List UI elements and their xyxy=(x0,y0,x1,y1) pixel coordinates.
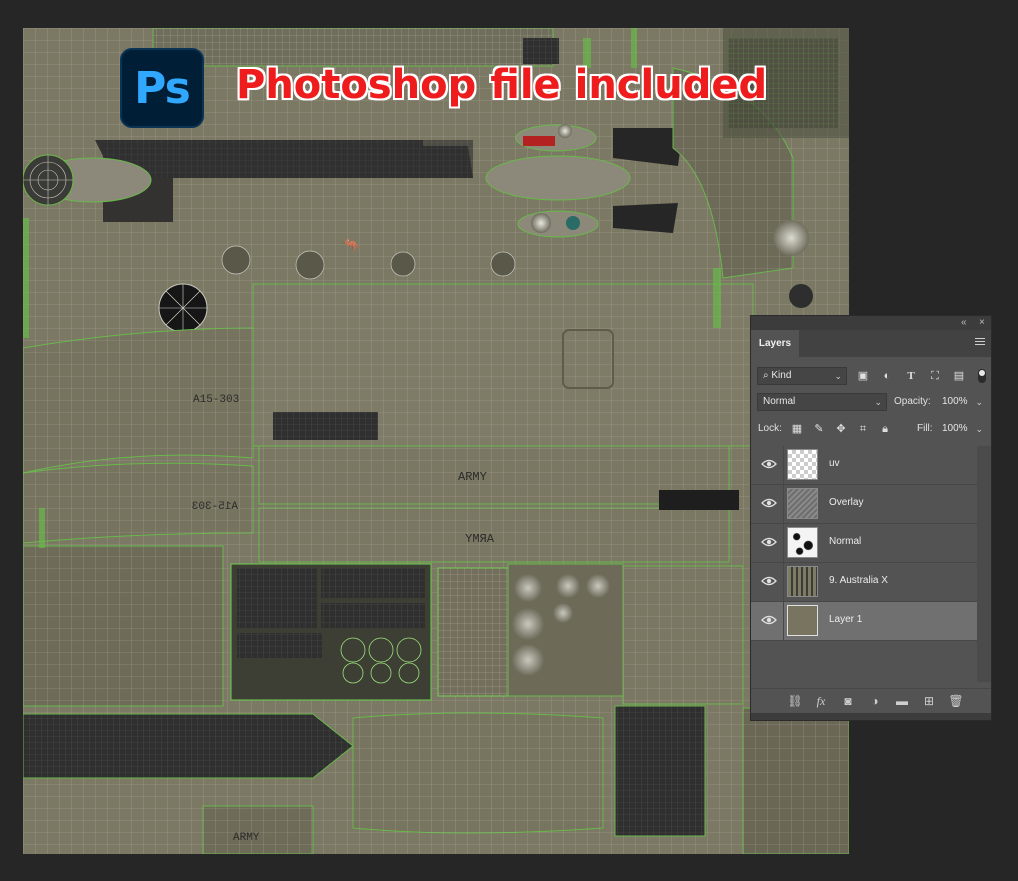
delete-layer-icon[interactable]: 🗑︎ xyxy=(948,693,964,709)
layer-row[interactable]: Normal xyxy=(751,524,977,563)
link-layers-icon[interactable]: ⛓ xyxy=(787,693,803,709)
blend-row: Normal ⌄ Opacity: 100% ⌄ xyxy=(751,393,991,413)
photoshop-logo-text: Ps xyxy=(134,62,191,114)
panel-menu-icon[interactable] xyxy=(975,338,985,348)
lock-all-icon[interactable]: 🔒︎ xyxy=(877,421,893,437)
adjustment-layer-icon[interactable]: ◑ xyxy=(867,693,883,709)
fill-label: Fill: xyxy=(917,423,933,434)
opacity-label: Opacity: xyxy=(894,396,931,407)
panel-titlebar: « × xyxy=(751,316,991,330)
chevron-down-icon: ⌄ xyxy=(975,397,983,407)
army-marking: ARMY xyxy=(458,470,487,484)
layer-row[interactable]: uv xyxy=(751,446,977,485)
visibility-eye-icon[interactable] xyxy=(761,497,777,509)
chevron-down-icon: ⌄ xyxy=(834,371,842,381)
image-filter-icon[interactable]: ▣ xyxy=(855,368,871,384)
panel-tab-bar: Layers xyxy=(751,330,991,357)
layer-name: uv xyxy=(829,458,840,469)
fx-icon[interactable]: fx xyxy=(813,693,829,709)
layer-thumbnail xyxy=(787,527,818,558)
texture-canvas[interactable]: A15-303 A15-303 ARMY ARMY ARMY 🦘 xyxy=(23,28,849,854)
tab-layers[interactable]: Layers xyxy=(751,330,799,357)
layers-panel: « × Layers ⌕ Kind ⌄ ▣ ◐ T ⛶ ▤ Normal ⌄ O… xyxy=(751,316,991,720)
opacity-field[interactable]: 100% ⌄ xyxy=(936,393,988,411)
tail-number-marking-mirrored: A15-303 xyxy=(192,501,238,513)
army-marking-bottom: ARMY xyxy=(233,832,260,844)
lock-row: Lock: ▦ ✎ ✥ ⌗ 🔒︎ Fill: 100% ⌄ xyxy=(751,420,991,440)
lock-artboard-icon[interactable]: ⌗ xyxy=(855,421,871,437)
kangaroo-emblem: 🦘 xyxy=(343,238,361,254)
lock-label: Lock: xyxy=(758,423,782,434)
adjustment-filter-icon[interactable]: ◐ xyxy=(879,368,895,384)
blend-mode-value: Normal xyxy=(763,396,796,407)
chevron-down-icon: ⌄ xyxy=(975,424,983,434)
layers-footer: ⛓ fx ◙ ◑ ▬ ⊞ 🗑︎ xyxy=(751,688,991,713)
layer-row-selected[interactable]: Layer 1 xyxy=(751,602,977,641)
lock-paint-icon[interactable]: ✎ xyxy=(811,421,827,437)
collapse-panel-button[interactable]: « xyxy=(961,317,967,329)
visibility-eye-icon[interactable] xyxy=(761,614,777,626)
layers-scrollbar[interactable] xyxy=(977,446,991,682)
chevron-down-icon: ⌄ xyxy=(874,397,882,407)
fill-value: 100% xyxy=(942,423,968,434)
layer-thumbnail xyxy=(787,488,818,519)
promo-headline: Photoshop file included xyxy=(236,62,768,108)
layer-row[interactable]: Overlay xyxy=(751,485,977,524)
layer-thumbnail xyxy=(787,605,818,636)
opacity-value: 100% xyxy=(942,396,968,407)
new-group-icon[interactable]: ▬ xyxy=(894,693,910,709)
visibility-eye-icon[interactable] xyxy=(761,575,777,587)
shape-filter-icon[interactable]: ⛶ xyxy=(927,368,943,384)
army-marking-mirrored: ARMY xyxy=(465,532,494,546)
fill-field[interactable]: 100% ⌄ xyxy=(936,420,988,438)
layer-thumbnail xyxy=(787,566,818,597)
filter-row: ⌕ Kind ⌄ ▣ ◐ T ⛶ ▤ xyxy=(751,365,991,387)
search-icon: ⌕ xyxy=(763,370,769,381)
lock-position-icon[interactable]: ✥ xyxy=(833,421,849,437)
filter-kind-dropdown[interactable]: ⌕ Kind ⌄ xyxy=(757,367,847,385)
visibility-eye-icon[interactable] xyxy=(761,536,777,548)
layer-name: Normal xyxy=(829,536,862,547)
new-layer-icon[interactable]: ⊞ xyxy=(921,693,937,709)
layer-row[interactable]: 9. Australia X xyxy=(751,563,977,602)
visibility-eye-icon[interactable] xyxy=(761,458,777,470)
blend-mode-dropdown[interactable]: Normal ⌄ xyxy=(757,393,887,411)
smart-object-filter-icon[interactable]: ▤ xyxy=(951,368,967,384)
close-panel-button[interactable]: × xyxy=(979,317,985,329)
photoshop-logo: Ps xyxy=(120,48,204,128)
filter-toggle[interactable] xyxy=(978,369,986,383)
type-filter-icon[interactable]: T xyxy=(903,368,919,384)
tail-number-marking: A15-303 xyxy=(193,394,239,406)
add-mask-icon[interactable]: ◙ xyxy=(840,693,856,709)
layer-thumbnail xyxy=(787,449,818,480)
uv-texture-art: A15-303 A15-303 ARMY ARMY ARMY 🦘 xyxy=(23,28,849,854)
layer-name: Overlay xyxy=(829,497,864,508)
filter-kind-value: Kind xyxy=(771,370,792,381)
lock-transparency-icon[interactable]: ▦ xyxy=(789,421,805,437)
layer-name: Layer 1 xyxy=(829,614,863,625)
layer-name: 9. Australia X xyxy=(829,575,888,586)
layers-list: uv Overlay Normal 9. Australia X Layer 1 xyxy=(751,446,991,682)
